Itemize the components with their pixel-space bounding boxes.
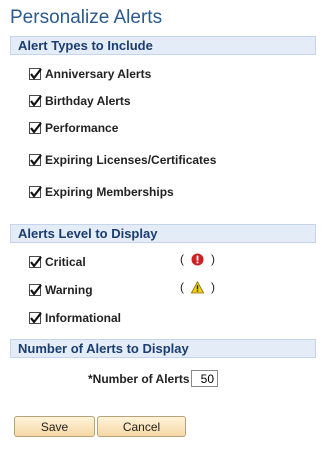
alert-level-warning[interactable]: Warning: [29, 282, 93, 298]
alert-type-expiring-licenses[interactable]: Expiring Licenses/Certificates: [29, 152, 216, 168]
checkmark-icon: [30, 284, 42, 296]
checkmark-icon: [30, 154, 42, 166]
label-expiring-licenses: Expiring Licenses/Certificates: [45, 153, 217, 167]
checkmark-icon: [30, 95, 42, 107]
label-expiring-memberships: Expiring Memberships: [45, 185, 174, 199]
checkbox-birthday-alerts[interactable]: [29, 95, 42, 107]
alert-type-expiring-memberships[interactable]: Expiring Memberships: [29, 184, 174, 200]
cancel-button[interactable]: Cancel: [97, 416, 186, 437]
section-title-alert-level: Alerts Level to Display: [18, 226, 158, 241]
checkmark-icon: [30, 312, 42, 324]
label-performance: Performance: [45, 121, 119, 135]
label-warning: Warning: [45, 283, 93, 297]
save-button[interactable]: Save: [14, 416, 95, 437]
page-title: Personalize Alerts: [10, 7, 163, 28]
checkmark-icon: [30, 256, 42, 268]
paren-open: (: [180, 280, 184, 294]
label-anniversary-alerts: Anniversary Alerts: [45, 67, 152, 81]
alert-level-informational[interactable]: Informational: [29, 310, 121, 326]
paren-close: ): [211, 280, 215, 294]
warning-indicator: ( ): [180, 280, 215, 294]
checkmark-icon: [30, 186, 42, 198]
checkbox-anniversary-alerts[interactable]: [29, 68, 42, 80]
checkbox-critical[interactable]: [29, 256, 42, 268]
label-critical: Critical: [45, 255, 86, 269]
alert-type-birthday[interactable]: Birthday Alerts: [29, 93, 131, 109]
alert-level-critical[interactable]: Critical: [29, 254, 86, 270]
paren-open: (: [180, 252, 184, 266]
section-title-alert-count: Number of Alerts to Display: [18, 341, 189, 356]
section-header-alert-level: Alerts Level to Display: [10, 224, 316, 243]
section-header-alert-types: Alert Types to Include: [10, 36, 316, 55]
label-informational: Informational: [45, 311, 122, 325]
critical-icon: [191, 253, 204, 265]
checkbox-expiring-memberships[interactable]: [29, 186, 42, 198]
number-of-alerts-label: *Number of Alerts: [88, 372, 190, 386]
checkbox-performance[interactable]: [29, 122, 42, 134]
checkmark-icon: [30, 122, 42, 134]
paren-close: ): [211, 252, 215, 266]
checkbox-warning[interactable]: [29, 284, 42, 296]
checkbox-expiring-licenses[interactable]: [29, 154, 42, 166]
checkbox-informational[interactable]: [29, 312, 42, 324]
alert-type-performance[interactable]: Performance: [29, 120, 118, 136]
warning-icon: [191, 280, 204, 293]
section-header-alert-count: Number of Alerts to Display: [10, 339, 316, 358]
alert-type-anniversary[interactable]: Anniversary Alerts: [29, 66, 151, 82]
number-of-alerts-input[interactable]: [191, 370, 218, 387]
section-title-alert-types: Alert Types to Include: [18, 38, 153, 53]
checkmark-icon: [30, 68, 42, 80]
critical-indicator: ( ): [180, 252, 215, 266]
label-birthday-alerts: Birthday Alerts: [45, 94, 131, 108]
